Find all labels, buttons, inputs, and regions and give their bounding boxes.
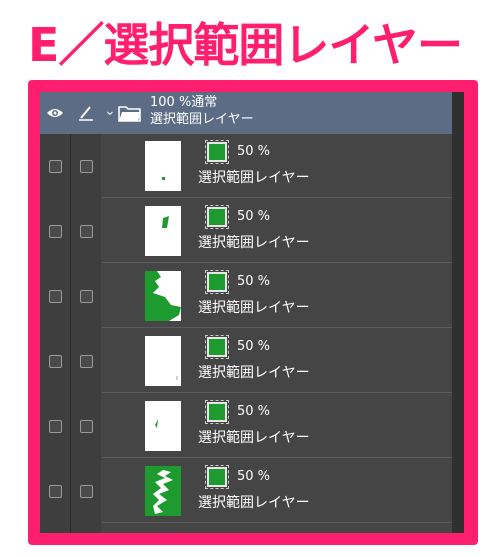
pen-icon[interactable] [71, 92, 101, 134]
layer-opacity: 50 % [237, 404, 271, 419]
visibility-checkbox[interactable] [49, 290, 62, 303]
page-heading: E／選択範囲レイヤー [28, 18, 463, 72]
layer-thumbnail [145, 466, 181, 516]
layer-name: 選択範囲レイヤー [198, 235, 310, 251]
visibility-checkbox[interactable] [49, 160, 62, 173]
folder-opacity-mode: 100 %通常 [150, 95, 218, 110]
lock-checkbox[interactable] [80, 160, 93, 173]
layer-panel: ⌄ 100 %通常 選択範囲レイヤー 50 % 選択範囲レイヤー 50 % 選択… [40, 92, 464, 533]
layer-name: 選択範囲レイヤー [198, 170, 310, 186]
layer-row[interactable]: 50 % 選択範囲レイヤー [40, 199, 452, 263]
visibility-checkbox[interactable] [49, 225, 62, 238]
visibility-checkbox[interactable] [49, 355, 62, 368]
layer-row[interactable]: 50 % 選択範囲レイヤー [40, 134, 452, 198]
lock-checkbox[interactable] [80, 290, 93, 303]
visibility-checkbox[interactable] [49, 485, 62, 498]
folder-row[interactable]: ⌄ 100 %通常 選択範囲レイヤー [40, 92, 452, 134]
scrollbar[interactable] [452, 92, 464, 533]
selection-mask-icon [205, 140, 229, 164]
layer-thumbnail [145, 271, 181, 321]
selection-mask-icon [205, 270, 229, 294]
visibility-checkbox[interactable] [49, 420, 62, 433]
layer-row[interactable]: 50 % 選択範囲レイヤー [40, 394, 452, 458]
selection-mask-icon [205, 400, 229, 424]
layer-name: 選択範囲レイヤー [198, 365, 310, 381]
folder-name: 選択範囲レイヤー [150, 112, 254, 127]
layer-thumbnail [145, 141, 181, 191]
selection-mask-icon [205, 335, 229, 359]
selection-mask-icon [205, 205, 229, 229]
layer-thumbnail [145, 336, 181, 386]
selection-mask-icon [205, 465, 229, 489]
folder-icon [118, 106, 141, 122]
layer-opacity: 50 % [237, 274, 271, 289]
lock-checkbox[interactable] [80, 485, 93, 498]
layer-name: 選択範囲レイヤー [198, 430, 310, 446]
layer-row[interactable]: 50 % 選択範囲レイヤー [40, 329, 452, 393]
layer-opacity: 50 % [237, 209, 271, 224]
eye-icon[interactable] [40, 92, 70, 134]
lock-checkbox[interactable] [80, 420, 93, 433]
lock-checkbox[interactable] [80, 225, 93, 238]
layer-thumbnail [145, 206, 181, 256]
layer-thumbnail [145, 401, 181, 451]
chevron-down-icon[interactable]: ⌄ [104, 103, 116, 119]
lock-checkbox[interactable] [80, 355, 93, 368]
highlight-frame: ⌄ 100 %通常 選択範囲レイヤー 50 % 選択範囲レイヤー 50 % 選択… [28, 80, 478, 545]
layer-row[interactable]: 50 % 選択範囲レイヤー [40, 264, 452, 328]
layer-name: 選択範囲レイヤー [198, 300, 310, 316]
layer-row[interactable]: 50 % 選択範囲レイヤー [40, 459, 452, 523]
layer-name: 選択範囲レイヤー [198, 495, 310, 511]
layer-opacity: 50 % [237, 469, 271, 484]
layer-opacity: 50 % [237, 144, 271, 159]
layer-opacity: 50 % [237, 339, 271, 354]
